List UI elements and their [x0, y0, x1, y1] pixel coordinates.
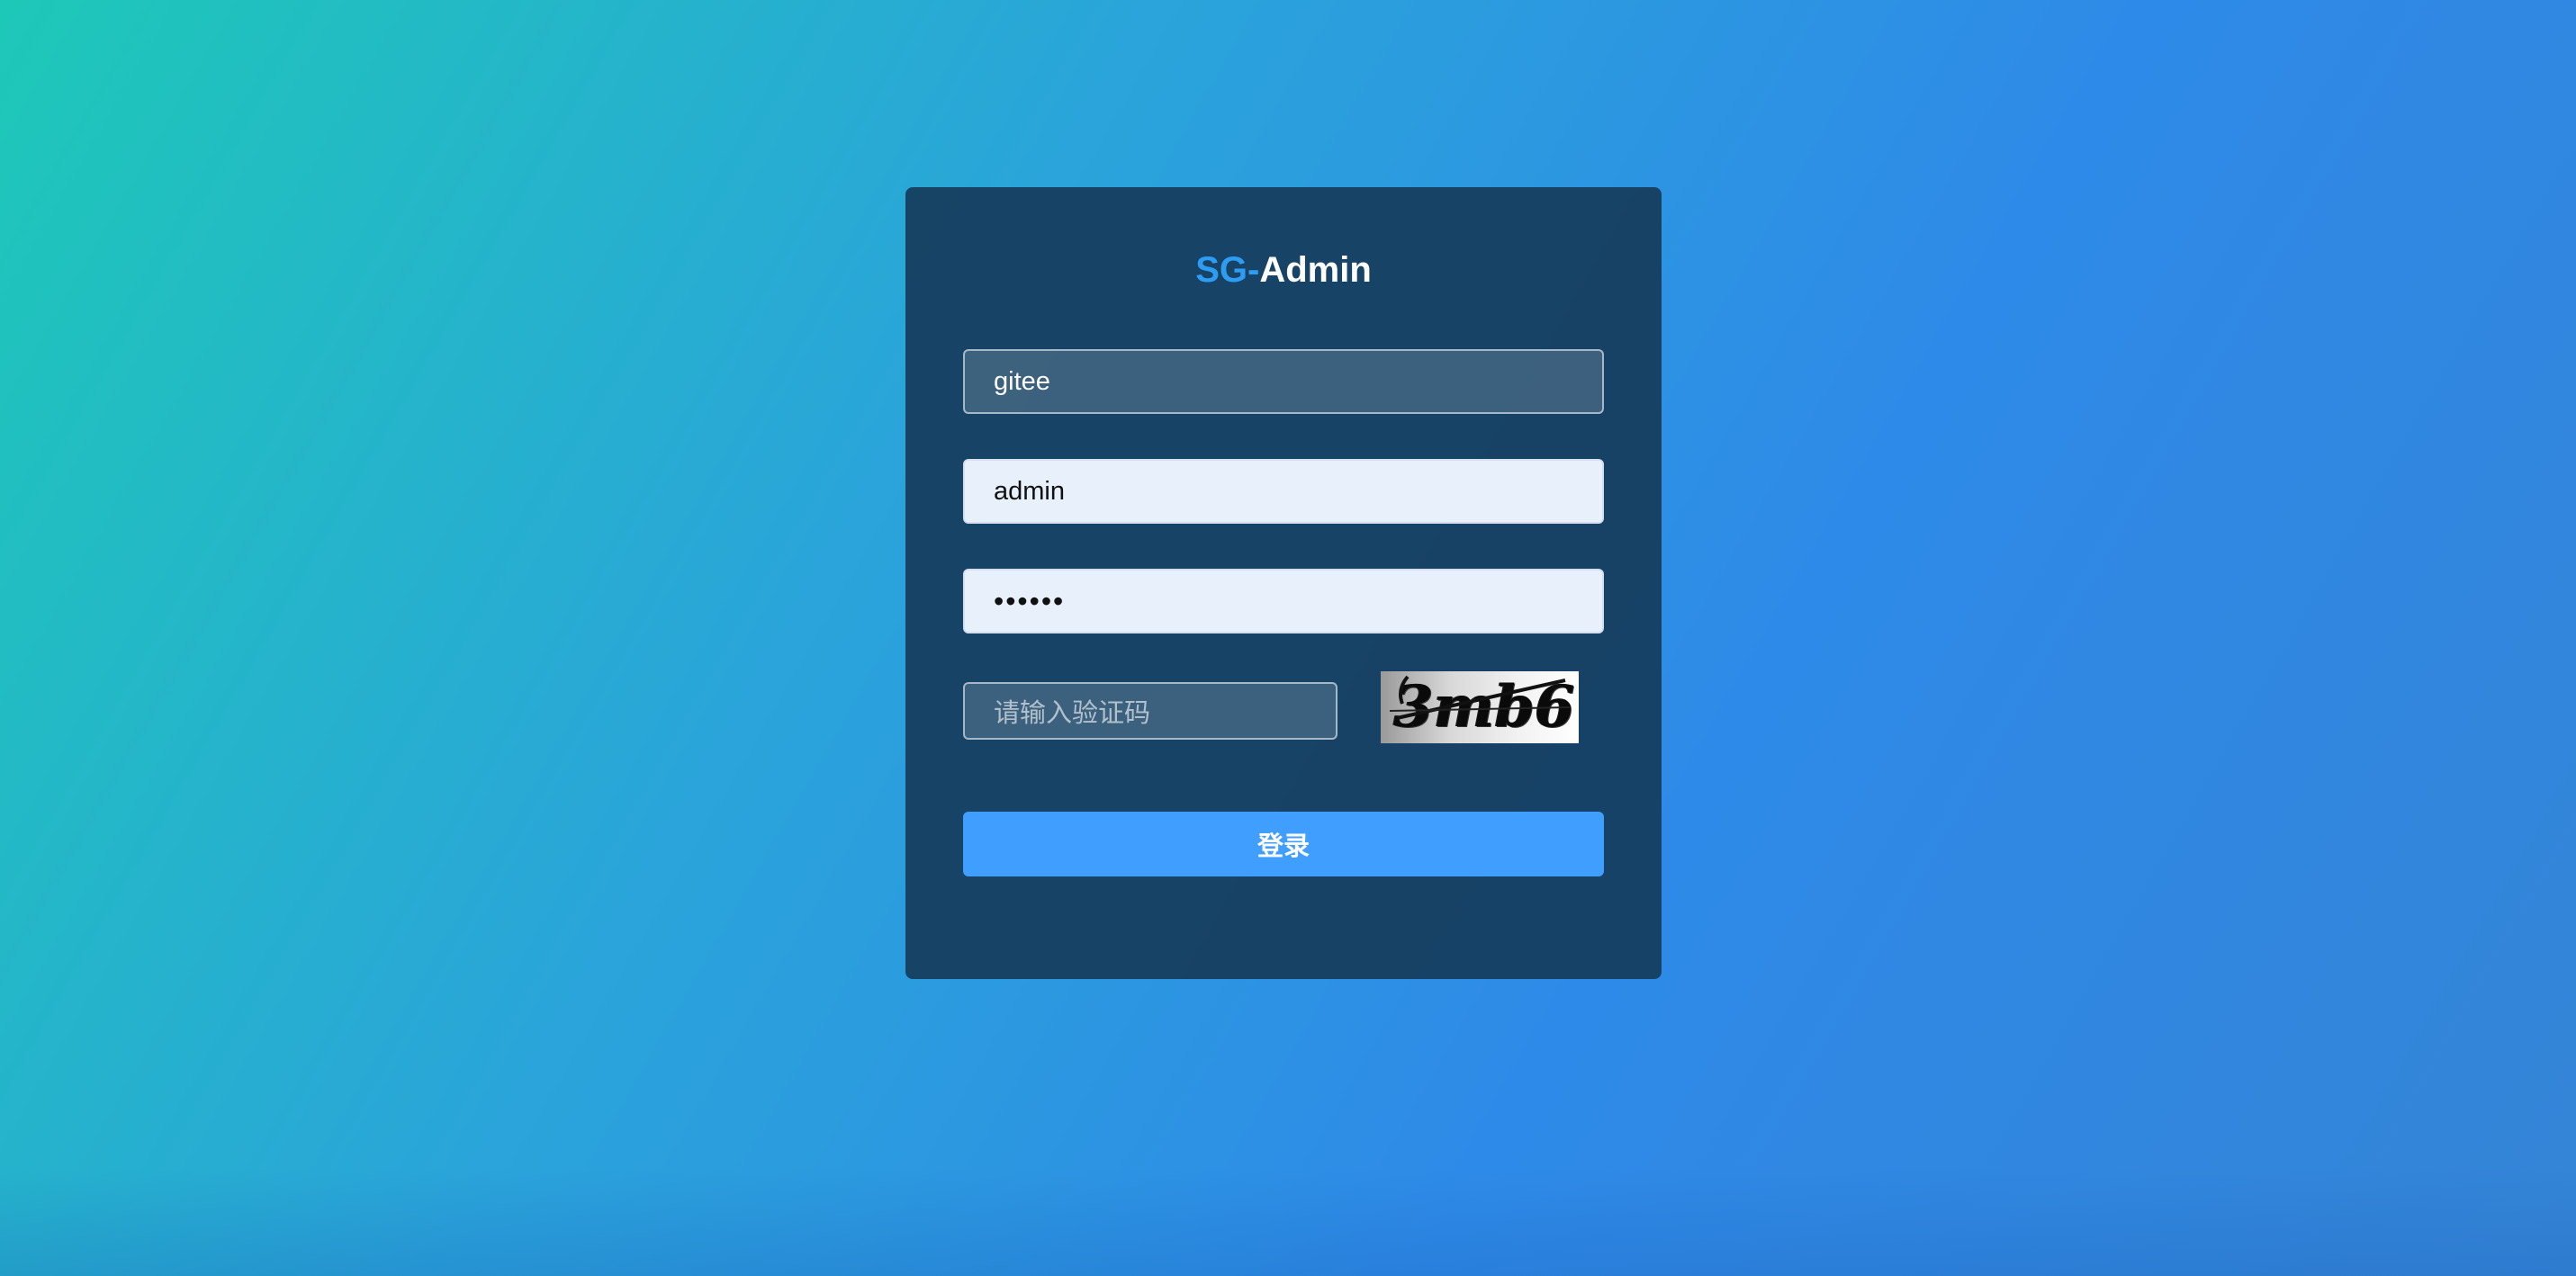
- brand-suffix: Admin: [1259, 250, 1372, 290]
- background-shade: [0, 1168, 2576, 1276]
- username-input[interactable]: admin: [963, 459, 1604, 524]
- tenant-input-value: gitee: [994, 366, 1050, 396]
- brand-prefix: SG-: [1195, 250, 1260, 290]
- captcha-input[interactable]: 请输入验证码: [963, 682, 1338, 740]
- password-input-value: ••••••: [994, 584, 1066, 617]
- tenant-input[interactable]: gitee: [963, 349, 1604, 414]
- password-input[interactable]: ••••••: [963, 569, 1604, 634]
- login-button-label: 登录: [1256, 831, 1310, 861]
- captcha-input-placeholder: 请输入验证码: [994, 699, 1151, 728]
- username-input-value: admin: [994, 476, 1065, 506]
- login-card: SG-Admin gitee admin •••••• 请输入验证码 3mb6 …: [905, 187, 1662, 979]
- captcha-image[interactable]: 3mb6: [1381, 671, 1579, 743]
- captcha-noise-lines: [1389, 675, 1571, 720]
- login-button[interactable]: 登录: [963, 812, 1604, 876]
- brand-title: SG-Admin: [905, 248, 1662, 292]
